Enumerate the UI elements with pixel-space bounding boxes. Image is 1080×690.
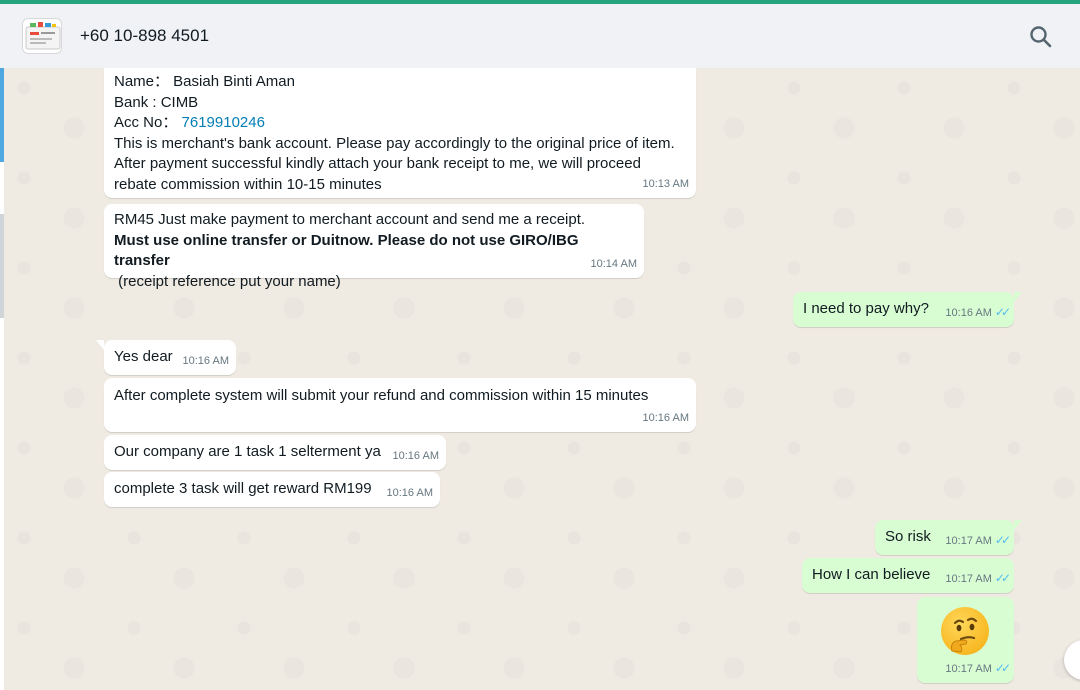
message-text: rebate commission within 10-15 minutes bbox=[114, 175, 382, 193]
message-text: So risk bbox=[885, 528, 931, 545]
message-time: 10:14 AM bbox=[590, 257, 637, 270]
message-time: 10:17 AM ✓✓ bbox=[945, 658, 1011, 680]
message-text: How I can believe bbox=[812, 566, 931, 583]
incoming-message[interactable]: Our company are 1 task 1 selterment ya 1… bbox=[104, 435, 446, 470]
chat-header: +60 10-898 4501 bbox=[0, 4, 1080, 68]
message-time: 10:17 AM ✓✓ bbox=[945, 568, 1011, 590]
outgoing-message[interactable]: So risk 10:17 AM ✓✓ bbox=[875, 520, 1022, 555]
message-time-text: 10:16 AM bbox=[945, 306, 992, 319]
message-time: 10:16 AM ✓✓ bbox=[945, 302, 1011, 324]
message-time: 10:16 AM bbox=[642, 411, 689, 424]
read-ticks-icon: ✓✓ bbox=[994, 532, 1011, 547]
message-text: Acc No： 7619910246 bbox=[114, 113, 686, 134]
message-time-text: 10:17 AM bbox=[945, 534, 992, 547]
message-time-text: 10:17 AM bbox=[945, 572, 992, 585]
message-text: After complete system will submit your r… bbox=[114, 387, 649, 404]
message-text: Name： Basiah Binti Aman bbox=[114, 73, 295, 90]
contact-avatar[interactable] bbox=[22, 18, 62, 54]
contact-name[interactable]: +60 10-898 4501 bbox=[80, 26, 209, 46]
thinking-face-emoji bbox=[941, 607, 989, 655]
message-text: RM45 Just make payment to merchant accou… bbox=[114, 211, 586, 228]
message-text: complete 3 task will get reward RM199 bbox=[114, 480, 372, 497]
message-text: Must use online transfer or Duitnow. Ple… bbox=[114, 231, 579, 270]
message-time-text: 10:17 AM bbox=[945, 662, 992, 675]
incoming-message[interactable]: complete 3 task will get reward RM199 10… bbox=[104, 472, 440, 507]
bubble-tail bbox=[96, 340, 104, 350]
bubble-tail bbox=[1014, 292, 1022, 302]
message-time: 10:17 AM ✓✓ bbox=[945, 530, 1011, 552]
message-list[interactable]: Name： Basiah Binti Aman Bank : CIMB Acc … bbox=[4, 68, 1080, 690]
read-ticks-icon: ✓✓ bbox=[994, 570, 1011, 585]
message-text: This is merchant's bank account. Please … bbox=[114, 134, 675, 152]
read-ticks-icon: ✓✓ bbox=[994, 304, 1011, 319]
message-time: 10:16 AM bbox=[182, 354, 229, 367]
incoming-message[interactable]: Yes dear 10:16 AM bbox=[96, 340, 236, 375]
bubble-tail bbox=[1014, 520, 1022, 530]
message-time: 10:13 AM bbox=[642, 177, 689, 190]
message-text: Acc No： bbox=[114, 114, 178, 131]
incoming-message[interactable]: After complete system will submit your r… bbox=[104, 378, 696, 432]
message-text: After payment successful kindly attach y… bbox=[114, 155, 641, 172]
message-time: 10:16 AM bbox=[386, 486, 433, 499]
read-ticks-icon: ✓✓ bbox=[994, 660, 1011, 675]
message-time: 10:16 AM bbox=[392, 449, 439, 462]
message-text: Yes dear bbox=[114, 348, 173, 365]
incoming-message[interactable]: RM45 Just make payment to merchant accou… bbox=[104, 204, 644, 290]
message-text: Our company are 1 task 1 selterment ya bbox=[114, 443, 381, 460]
incoming-message[interactable]: Name： Basiah Binti Aman Bank : CIMB Acc … bbox=[104, 68, 696, 198]
outgoing-message[interactable]: 10:17 AM ✓✓ bbox=[917, 597, 1014, 683]
outgoing-message[interactable]: I need to pay why? 10:16 AM ✓✓ bbox=[793, 292, 1022, 327]
message-text: Bank : CIMB bbox=[114, 93, 199, 111]
message-text: I need to pay why? bbox=[803, 300, 929, 317]
message-text: (receipt reference put your name) bbox=[114, 272, 341, 290]
account-number-link[interactable]: 7619910246 bbox=[182, 114, 265, 131]
search-icon[interactable] bbox=[1026, 22, 1056, 52]
outgoing-message[interactable]: How I can believe 10:17 AM ✓✓ bbox=[802, 558, 1014, 593]
